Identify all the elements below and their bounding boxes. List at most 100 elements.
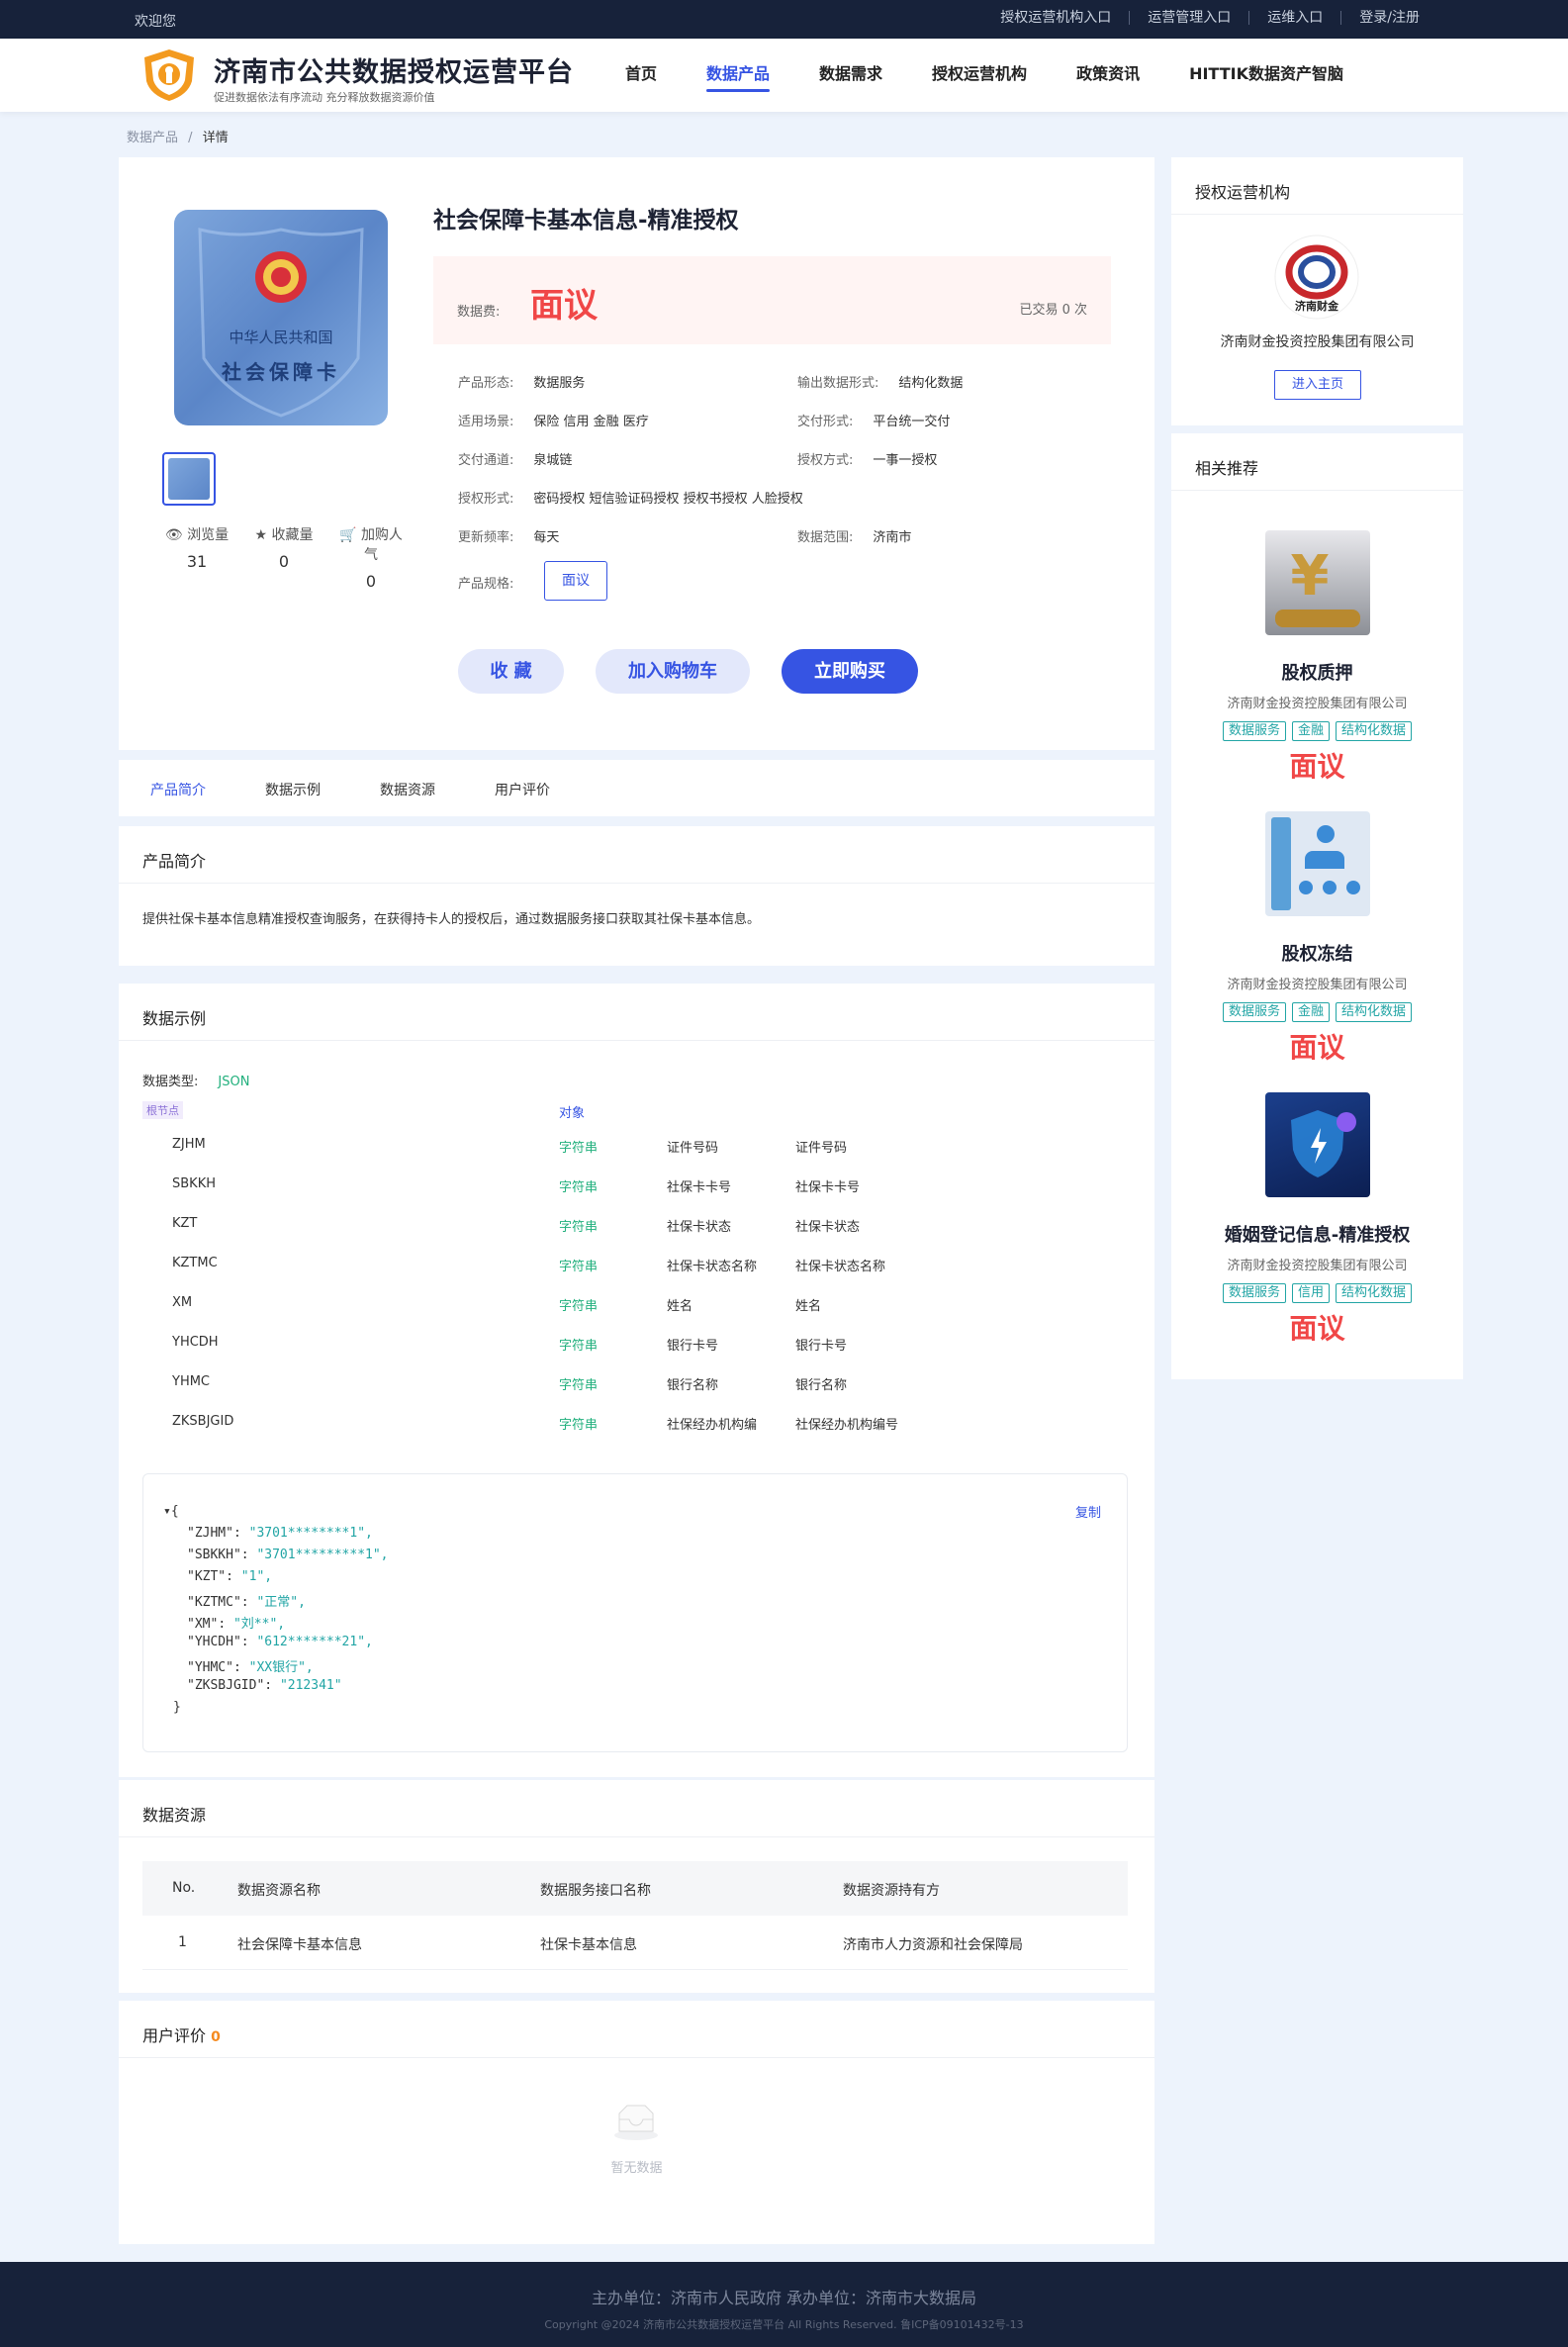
shield-logo-icon[interactable]	[140, 47, 198, 103]
copy-button[interactable]: 复制	[1075, 1502, 1101, 1521]
footer-copyright[interactable]: Copyright @2024 济南市公共数据授权运营平台 All Rights…	[0, 2316, 1568, 2332]
nav-policy-news[interactable]: 政策资讯	[1076, 60, 1140, 92]
footer: 主办单位：济南市人民政府 承办单位：济南市大数据局 Copyright @202…	[0, 2262, 1568, 2347]
root-node-type: 对象	[559, 1106, 586, 1121]
stat-views-value: 31	[186, 552, 208, 571]
stat-cart: 🛒 加购人气 0	[336, 524, 406, 591]
operator-card: 授权运营机构 济南财金 济南财金投资控股集团有限公司 进入主页	[1171, 157, 1463, 425]
data-type-value: JSON	[218, 1075, 250, 1089]
add-to-cart-button[interactable]: 加入购物车	[596, 649, 750, 694]
welcome-text: 欢迎您	[135, 14, 176, 30]
breadcrumb-parent[interactable]: 数据产品	[127, 131, 178, 145]
brand-subtitle: 促进数据依法有序流动 充分释放数据资源价值	[214, 91, 435, 104]
json-open[interactable]: ▾{	[163, 1504, 179, 1519]
json-line: "KZTMC": "正常",	[187, 1595, 306, 1610]
reviews-section: 用户评价 0 暂无数据	[119, 2001, 1154, 2244]
nav-operators[interactable]: 授权运营机构	[932, 60, 1027, 92]
link-operator-entry[interactable]: 授权运营机构入口	[982, 11, 1129, 25]
buy-now-button[interactable]: 立即购买	[782, 649, 918, 694]
attr-scenarios: 适用场景: 保险 信用 金融 医疗	[458, 415, 649, 429]
org-chart-image	[1264, 811, 1370, 916]
rec-item-equity-freeze[interactable]: 股权冻结 济南财金投资控股集团有限公司 数据服务 金融 结构化数据 面议	[1171, 811, 1463, 1066]
attr-form: 产品形态: 数据服务	[458, 376, 586, 391]
review-count: 0	[211, 2029, 221, 2045]
spec-label: 产品规格:	[458, 577, 514, 592]
json-line: "ZJHM": "3701********1",	[187, 1526, 373, 1541]
reviews-title: 用户评价 0	[142, 2026, 221, 2045]
json-line: "YHCDH": "612*******21",	[187, 1635, 373, 1649]
operator-name: 济南财金投资控股集团有限公司	[1220, 334, 1415, 350]
stat-favorites: ★ 收藏量 0	[249, 524, 319, 591]
json-close: }	[173, 1700, 181, 1715]
tab-resources[interactable]: 数据资源	[380, 780, 435, 799]
json-line: "XM": "刘**",	[187, 1617, 286, 1632]
enter-homepage-button[interactable]: 进入主页	[1274, 370, 1361, 400]
attr-channel: 交付通道: 泉城链	[458, 453, 573, 468]
deal-count: 已交易 0 次	[1019, 303, 1087, 318]
product-thumbnail[interactable]	[162, 452, 216, 506]
json-line: "SBKKH": "3701*********1",	[187, 1548, 389, 1562]
empty-text: 暂无数据	[610, 2161, 663, 2176]
cart-icon: 🛒	[339, 527, 357, 543]
json-line: "KZT": "1",	[187, 1569, 273, 1584]
sample-section: 数据示例 数据类型: JSON 根节点 对象 ZJHM 字符串 证件号码 证件号码 SBK…	[119, 984, 1154, 1777]
attr-auth-form: 授权形式: 密码授权 短信验证码授权 授权书授权 人脸授权	[458, 492, 803, 507]
shield-lock-image	[1264, 1092, 1370, 1197]
json-line: "YHMC": "XX银行",	[187, 1660, 314, 1675]
nav-hittik[interactable]: HITTIK数据资产智脑	[1189, 60, 1343, 92]
price-label: 数据费:	[457, 305, 501, 320]
card-text-country: 中华人民共和国	[229, 329, 333, 346]
top-links: 授权运营机构入口 运营管理入口 运维入口 登录/注册	[982, 11, 1437, 25]
attr-output: 输出数据形式: 结构化数据	[797, 376, 964, 391]
stat-cart-value: 0	[365, 572, 377, 591]
footer-organizers: 主办单位：济南市人民政府 承办单位：济南市大数据局	[591, 2289, 977, 2307]
header: 济南市公共数据授权运营平台 促进数据依法有序流动 充分释放数据资源价值 首页 数…	[0, 39, 1568, 112]
attr-delivery-form: 交付形式: 平台统一交付	[797, 415, 951, 429]
price-value: 面议	[530, 286, 598, 326]
link-admin-entry[interactable]: 运营管理入口	[1129, 11, 1248, 25]
attr-auth-method: 授权方式: 一事一授权	[797, 453, 938, 468]
top-bar: 欢迎您 授权运营机构入口 运营管理入口 运维入口 登录/注册	[0, 0, 1568, 39]
attr-frequency: 更新频率: 每天	[458, 530, 560, 545]
price-box: 数据费: 面议 已交易 0 次	[433, 256, 1111, 344]
nav-data-products[interactable]: 数据产品	[706, 60, 771, 92]
sample-title: 数据示例	[142, 1009, 207, 1028]
stat-views: 👁 浏览量 31	[162, 524, 231, 591]
tab-intro[interactable]: 产品简介	[150, 780, 206, 799]
operator-logo[interactable]: 济南财金	[1274, 235, 1359, 320]
rec-item-marriage-record[interactable]: 婚姻登记信息-精准授权 济南财金投资控股集团有限公司 数据服务 信用 结构化数据 面…	[1171, 1092, 1463, 1347]
coin-yen-image: ¥	[1264, 530, 1370, 635]
spec-option[interactable]: 面议	[544, 561, 607, 601]
tab-sample[interactable]: 数据示例	[265, 780, 321, 799]
brand-title[interactable]: 济南市公共数据授权运营平台	[214, 50, 574, 89]
product-title: 社会保障卡基本信息-精准授权	[433, 208, 739, 234]
recommend-title: 相关推荐	[1195, 459, 1259, 478]
nav-data-demand[interactable]: 数据需求	[819, 60, 882, 92]
json-code-block: ▾{ "ZJHM": "3701********1", "SBKKH": "370…	[142, 1473, 1128, 1752]
nav-home[interactable]: 首页	[625, 60, 657, 92]
breadcrumb-current: 详情	[202, 131, 229, 145]
favorite-button[interactable]: 收 藏	[458, 649, 564, 694]
eye-icon: 👁	[164, 527, 183, 543]
recommend-card: 相关推荐 ¥ 股权质押 济南财金投资控股集团有限公司 数据服务 金融 结构化数据 面…	[1171, 433, 1463, 1379]
table-header: No. 数据资源名称 数据服务接口名称 数据资源持有方	[142, 1861, 1128, 1916]
rec-item-equity-pledge[interactable]: ¥ 股权质押 济南财金投资控股集团有限公司 数据服务 金融 结构化数据 面议	[1171, 530, 1463, 785]
tab-reviews[interactable]: 用户评价	[495, 780, 550, 799]
product-image[interactable]: 中华人民共和国 社会保障卡	[174, 210, 388, 425]
card-text-name: 社会保障卡	[222, 360, 340, 384]
empty-inbox-icon	[614, 2105, 658, 2140]
link-ops-entry[interactable]: 运维入口	[1248, 11, 1340, 25]
breadcrumb: 数据产品 / 详情	[127, 127, 229, 145]
attr-scope: 数据范围: 济南市	[797, 530, 912, 545]
table-row: 1 社会保障卡基本信息 社保卡基本信息 济南市人力资源和社会保障局	[142, 1916, 1128, 1970]
root-node-badge: 根节点	[142, 1101, 183, 1119]
operator-title: 授权运营机构	[1195, 183, 1291, 202]
main-nav: 首页 数据产品 数据需求 授权运营机构 政策资讯 HITTIK数据资产智脑	[625, 60, 1393, 92]
json-line: "ZKSBJGID": "212341"	[187, 1678, 342, 1693]
link-login[interactable]: 登录/注册	[1340, 11, 1437, 25]
data-type-label: 数据类型: JSON	[142, 1075, 250, 1089]
collapse-caret-icon: ▾	[163, 1504, 171, 1519]
product-stats: 👁 浏览量 31 ★ 收藏量 0 🛒 加购人气 0	[162, 524, 423, 591]
intro-text: 提供社保卡基本信息精准授权查询服务，在获得持卡人的授权后，通过数据服务接口获取其…	[142, 912, 761, 927]
svg-text:济南财金: 济南财金	[1295, 299, 1339, 313]
